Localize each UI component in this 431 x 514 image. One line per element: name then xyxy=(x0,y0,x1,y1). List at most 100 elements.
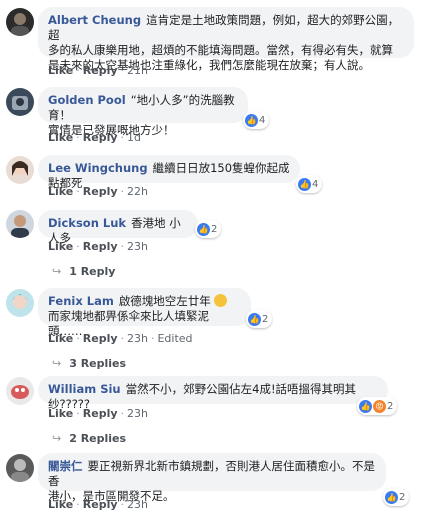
reaction-number: 2 xyxy=(211,223,218,235)
like-link[interactable]: Like xyxy=(48,185,73,198)
comment-timestamp[interactable]: 21h xyxy=(127,64,148,77)
comment-actions: Like · Reply · 22h xyxy=(48,185,148,198)
separator: · xyxy=(120,240,125,253)
replies-count: 2 Replies xyxy=(69,432,127,445)
comment-actions: Like · Reply · 23h xyxy=(48,407,148,420)
edited-label[interactable]: Edited xyxy=(157,332,192,345)
like-link[interactable]: Like xyxy=(48,131,73,144)
comment-timestamp[interactable]: 23h xyxy=(127,498,148,511)
comment-timestamp[interactable]: 23h xyxy=(127,332,148,345)
reply-arrow-icon: ↪ xyxy=(52,357,62,370)
comment-author[interactable]: Golden Pool xyxy=(48,93,126,107)
reaction-number: 2 xyxy=(262,313,269,325)
avatar[interactable] xyxy=(6,454,34,482)
grinning-emoji-icon xyxy=(214,294,228,307)
avatar[interactable] xyxy=(6,289,34,317)
profile-photo-icon xyxy=(11,294,29,309)
avatar[interactable] xyxy=(6,156,34,184)
comment-author[interactable]: Albert Cheung xyxy=(48,13,141,27)
separator: · xyxy=(76,64,80,77)
separator: · xyxy=(76,332,80,345)
reaction-count[interactable]: 👍 2 xyxy=(383,488,410,506)
reaction-count[interactable]: 👍 4 xyxy=(243,111,270,129)
like-reaction-icon: 👍 xyxy=(359,399,372,413)
comment-actions: Like · Reply · 23h · Edited xyxy=(48,332,193,345)
separator: · xyxy=(150,332,155,345)
comment-bubble: Lee Wingchung 繼續日日放150隻蝗你起成點都死 xyxy=(38,155,300,190)
reaction-number: 2 xyxy=(399,491,406,503)
like-link[interactable]: Like xyxy=(48,240,73,253)
comment-bubble: 關崇仁 要正視新界北新市鎮規劃，否則港人居住面積愈小。不是香 港小，是市區開發不足… xyxy=(38,453,386,503)
comment-timestamp[interactable]: 23h xyxy=(127,240,148,253)
comment-text-line: 要正視新界北新市鎮規劃，否則港人居住面積愈小。不是香 xyxy=(48,459,375,488)
profile-photo-icon xyxy=(11,459,29,482)
comment-author[interactable]: Dickson Luk xyxy=(48,216,126,230)
reaction-number: 4 xyxy=(312,178,319,190)
angry-reaction-icon: 😡 xyxy=(373,399,386,413)
separator: · xyxy=(76,131,80,144)
comment-timestamp[interactable]: 22h xyxy=(127,185,148,198)
reply-link[interactable]: Reply xyxy=(83,185,118,198)
profile-photo-icon xyxy=(12,161,28,176)
like-reaction-icon: 👍 xyxy=(298,177,311,191)
comment-actions: Like · Reply · 21h xyxy=(48,64,148,77)
avatar[interactable] xyxy=(6,210,34,238)
comment-author[interactable]: Lee Wingchung xyxy=(48,161,148,175)
reply-link[interactable]: Reply xyxy=(83,240,118,253)
profile-photo-icon xyxy=(11,215,29,238)
reply-link[interactable]: Reply xyxy=(83,131,118,144)
like-link[interactable]: Like xyxy=(48,332,73,345)
separator: · xyxy=(76,407,80,420)
reaction-count[interactable]: 👍 4 xyxy=(296,175,323,193)
comment-author[interactable]: Fenix Lam xyxy=(48,294,114,308)
like-reaction-icon: 👍 xyxy=(197,222,210,236)
view-replies-link[interactable]: ↪ 1 Reply xyxy=(52,265,115,278)
reply-link[interactable]: Reply xyxy=(83,498,118,511)
like-link[interactable]: Like xyxy=(48,64,73,77)
comment-bubble: Fenix Lam 啟德塊地空左廿年 而家塊地都畀係伞來比人填緊泥頭…… xyxy=(38,288,251,338)
separator: · xyxy=(120,407,125,420)
reply-arrow-icon: ↪ xyxy=(52,432,62,445)
comment-actions: Like · Reply · 23h xyxy=(48,498,148,511)
separator: · xyxy=(120,185,125,198)
separator: · xyxy=(120,64,125,77)
comment-timestamp[interactable]: 23h xyxy=(127,407,148,420)
view-replies-link[interactable]: ↪ 2 Replies xyxy=(52,432,126,445)
comment-text-line: 多的私人康樂用地，超煩的不能填海問題。當然，有得必有失，就算 xyxy=(48,43,393,57)
separator: · xyxy=(76,240,80,253)
reaction-count[interactable]: 👍 2 xyxy=(246,310,273,328)
avatar[interactable] xyxy=(6,8,34,36)
reaction-count[interactable]: 👍 2 xyxy=(195,220,222,238)
replies-count: 3 Replies xyxy=(69,357,127,370)
avatar[interactable] xyxy=(6,377,34,405)
comment-bubble: Dickson Luk 香港地 小人多 xyxy=(38,210,198,245)
comment-actions: Like · Reply · 23h xyxy=(48,240,148,253)
avatar[interactable] xyxy=(6,88,34,116)
replies-count: 1 Reply xyxy=(69,265,116,278)
comment-bubble: Golden Pool “地小人多”的洗腦教育！ 實情是已發展嘅地方少！ xyxy=(38,87,248,137)
comment-text-line: 啟德塊地空左廿年 xyxy=(118,294,211,308)
comment-author[interactable]: 關崇仁 xyxy=(48,459,83,473)
separator: · xyxy=(76,498,80,511)
reply-link[interactable]: Reply xyxy=(83,407,118,420)
comment-actions: Like · Reply · 1d xyxy=(48,131,141,144)
reply-arrow-icon: ↪ xyxy=(52,265,62,278)
reaction-number: 2 xyxy=(387,400,394,412)
like-link[interactable]: Like xyxy=(48,498,73,511)
reply-link[interactable]: Reply xyxy=(83,64,118,77)
profile-photo-icon xyxy=(12,96,28,110)
like-reaction-icon: 👍 xyxy=(248,312,261,326)
comment-author[interactable]: William Siu xyxy=(48,382,121,396)
like-reaction-icon: 👍 xyxy=(385,490,398,504)
comment-timestamp[interactable]: 1d xyxy=(127,131,141,144)
profile-photo-icon xyxy=(11,385,29,399)
reply-link[interactable]: Reply xyxy=(83,332,118,345)
like-link[interactable]: Like xyxy=(48,407,73,420)
view-replies-link[interactable]: ↪ 3 Replies xyxy=(52,357,126,370)
separator: · xyxy=(120,332,125,345)
reaction-count[interactable]: 👍 😡 2 xyxy=(357,397,398,415)
reaction-number: 4 xyxy=(259,114,266,126)
comment-bubble: William Siu 當然不小，郊野公園佔左4成!話唔搵得其明其纱????? xyxy=(38,376,388,411)
like-reaction-icon: 👍 xyxy=(245,113,258,127)
separator: · xyxy=(120,131,125,144)
